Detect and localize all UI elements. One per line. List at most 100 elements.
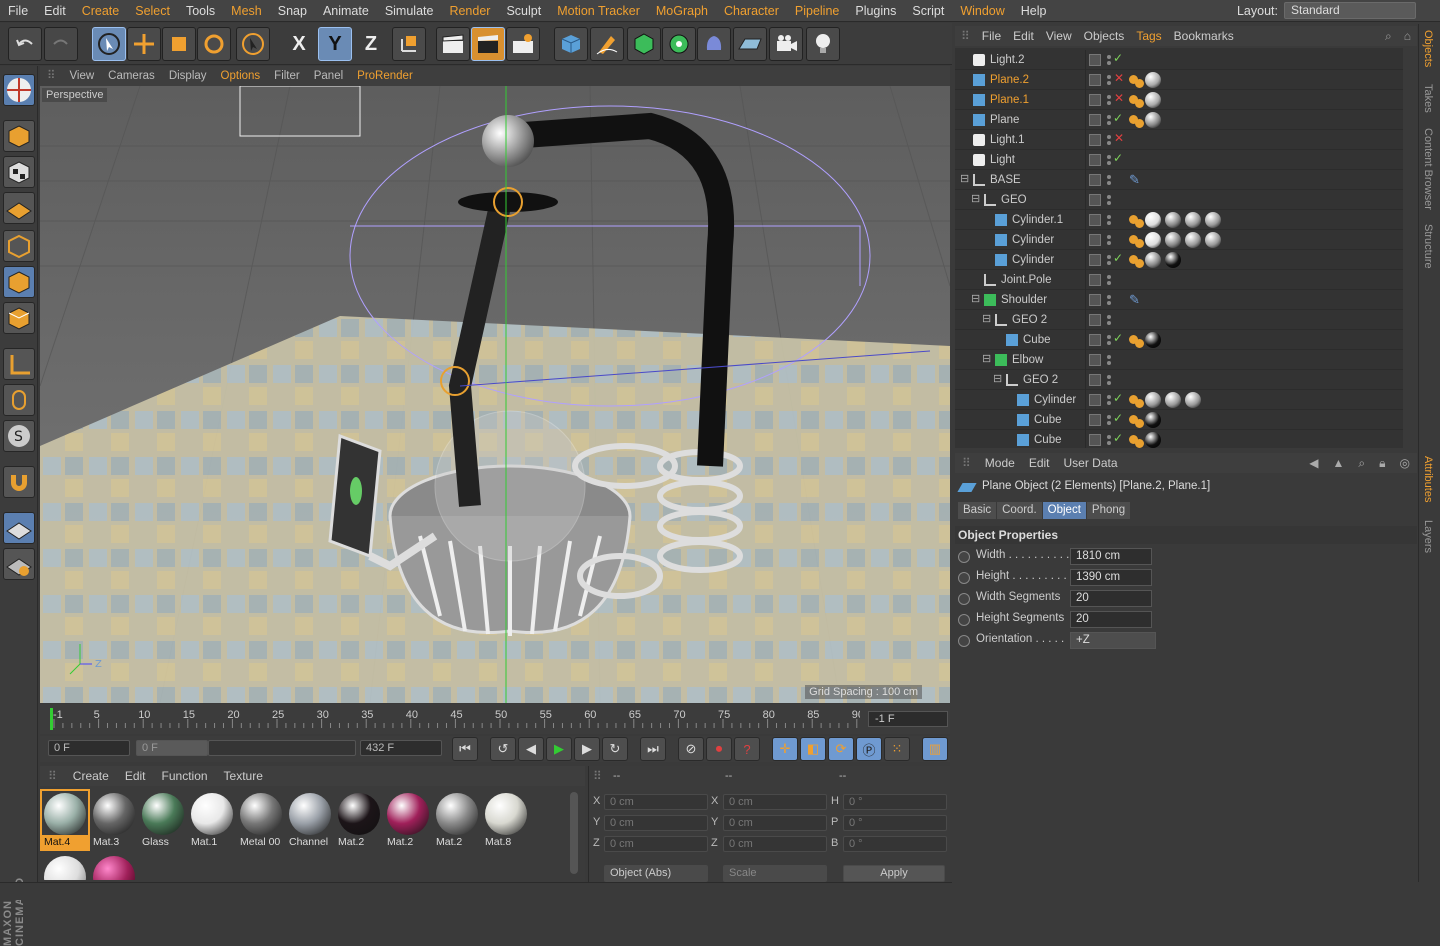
object-menu-edit[interactable]: Edit [1007, 26, 1040, 46]
timeline-window-button[interactable]: ▥ [922, 737, 948, 761]
editor-visibility-dot[interactable] [1107, 75, 1111, 79]
material-tag-icon[interactable] [1165, 252, 1181, 268]
play-button[interactable]: ▶ [546, 737, 572, 761]
editor-visibility-dot[interactable] [1107, 375, 1111, 379]
side-tab-attributes[interactable]: Attributes [1422, 456, 1434, 502]
enabled-check-icon[interactable]: ✓ [1113, 151, 1123, 165]
render-visibility-dot[interactable] [1107, 281, 1111, 285]
animate-radio[interactable] [958, 551, 970, 563]
rotate-tool[interactable] [197, 27, 231, 61]
goto-start-button[interactable]: ⏮ [452, 737, 478, 761]
coord-value-field[interactable]: 0 cm [723, 794, 827, 810]
material-tag-icon[interactable] [1145, 252, 1161, 268]
panel-grip-icon[interactable]: ⠿ [955, 453, 978, 473]
scene-render[interactable]: Z [40, 86, 950, 703]
panel-grip-icon[interactable]: ⠿ [593, 769, 602, 783]
layer-checkbox[interactable] [1089, 234, 1101, 246]
object-row[interactable]: Light.1 ✕ [955, 130, 1403, 150]
phong-tag-icon[interactable] [1129, 255, 1138, 264]
coord-value-field[interactable]: 0 ° [843, 836, 947, 852]
home-icon[interactable]: ⌂ [1398, 26, 1417, 46]
render-visibility-dot[interactable] [1107, 221, 1111, 225]
material-tag-icon[interactable] [1185, 212, 1201, 228]
menu-sculpt[interactable]: Sculpt [498, 0, 549, 22]
editor-visibility-dot[interactable] [1107, 255, 1111, 259]
layer-checkbox[interactable] [1089, 434, 1101, 446]
make-editable-button[interactable] [3, 74, 35, 106]
panel-grip-icon[interactable]: ⠿ [40, 66, 62, 86]
render-visibility-dot[interactable] [1107, 381, 1111, 385]
disabled-x-icon[interactable]: ✕ [1114, 71, 1124, 85]
object-name[interactable]: Light [990, 150, 1015, 170]
collapse-toggle-icon[interactable]: ⊟ [971, 292, 980, 305]
coord-mode-select[interactable]: Object (Abs) [604, 865, 708, 882]
attribute-menu-user-data[interactable]: User Data [1057, 453, 1125, 473]
phong-tag-icon[interactable] [1129, 95, 1138, 104]
target-icon[interactable]: ◎ [1393, 453, 1417, 473]
render-visibility-dot[interactable] [1107, 401, 1111, 405]
polygons-mode[interactable] [3, 302, 35, 334]
menu-character[interactable]: Character [716, 0, 787, 22]
material-swatch[interactable]: Mat.2 [434, 791, 480, 849]
render-visibility-dot[interactable] [1107, 121, 1111, 125]
menu-pipeline[interactable]: Pipeline [787, 0, 847, 22]
render-visibility-dot[interactable] [1107, 241, 1111, 245]
material-tag-icon[interactable] [1145, 92, 1161, 108]
object-row[interactable]: Cylinder.1 [955, 210, 1403, 230]
planar-workplane[interactable] [3, 548, 35, 580]
axis-mode[interactable] [3, 348, 35, 380]
editor-visibility-dot[interactable] [1107, 155, 1111, 159]
pen-spline-button[interactable] [590, 27, 624, 61]
lock-icon[interactable]: 🔒︎ [1372, 453, 1392, 473]
property-value-field[interactable]: 20 [1070, 611, 1152, 628]
render-visibility-dot[interactable] [1107, 441, 1111, 445]
enabled-check-icon[interactable]: ✓ [1113, 431, 1123, 445]
object-name[interactable]: Cylinder [1012, 250, 1054, 270]
enabled-check-icon[interactable]: ✓ [1113, 411, 1123, 425]
side-tab-objects[interactable]: Objects [1422, 30, 1434, 67]
key-pla-toggle[interactable]: ⁙ [884, 737, 910, 761]
workplane-lock[interactable] [3, 512, 35, 544]
material-swatch[interactable]: Mat.2 [336, 791, 382, 849]
material-tag-icon[interactable] [1145, 412, 1161, 428]
undo-button[interactable] [8, 27, 42, 61]
material-tag-icon[interactable] [1145, 332, 1161, 348]
render-visibility-dot[interactable] [1107, 101, 1111, 105]
texture-mode[interactable] [3, 156, 35, 188]
menu-create[interactable]: Create [74, 0, 128, 22]
menu-mesh[interactable]: Mesh [223, 0, 270, 22]
start-frame-field[interactable]: 0 F [48, 740, 130, 756]
material-tag-icon[interactable] [1165, 232, 1181, 248]
motion-path-button[interactable]: ⊘ [678, 737, 704, 761]
editor-visibility-dot[interactable] [1107, 415, 1111, 419]
menu-edit[interactable]: Edit [36, 0, 74, 22]
object-menu-view[interactable]: View [1040, 26, 1078, 46]
menu-simulate[interactable]: Simulate [377, 0, 442, 22]
object-name[interactable]: Cube [1034, 410, 1062, 430]
material-menu-edit[interactable]: Edit [117, 766, 154, 786]
material-swatch[interactable] [42, 854, 88, 880]
material-swatch[interactable]: Mat.1 [189, 791, 235, 849]
object-name[interactable]: Light.2 [990, 50, 1025, 70]
animate-radio[interactable] [958, 593, 970, 605]
editor-visibility-dot[interactable] [1107, 315, 1111, 319]
layout-select[interactable]: Standard [1284, 2, 1416, 19]
layer-checkbox[interactable] [1089, 154, 1101, 166]
viewport-menu-panel[interactable]: Panel [307, 66, 350, 86]
material-tag-icon[interactable] [1145, 432, 1161, 448]
material-swatch[interactable]: Mat.3 [91, 791, 137, 849]
last-tool[interactable] [236, 27, 270, 61]
phong-tag-icon[interactable] [1129, 235, 1138, 244]
material-swatch[interactable]: Glass [140, 791, 186, 849]
object-name[interactable]: GEO [1001, 190, 1027, 210]
key-param-toggle[interactable]: Ⓟ [856, 737, 882, 761]
editor-visibility-dot[interactable] [1107, 175, 1111, 179]
collapse-toggle-icon[interactable]: ⊟ [971, 192, 980, 205]
attribute-tab-object[interactable]: Object [1042, 502, 1086, 519]
menu-plugins[interactable]: Plugins [847, 0, 904, 22]
object-name[interactable]: Cube [1023, 330, 1051, 350]
points-mode[interactable] [3, 230, 35, 262]
object-name[interactable]: GEO 2 [1012, 310, 1047, 330]
panel-grip-icon[interactable]: ⠿ [955, 26, 976, 46]
render-visibility-dot[interactable] [1107, 421, 1111, 425]
